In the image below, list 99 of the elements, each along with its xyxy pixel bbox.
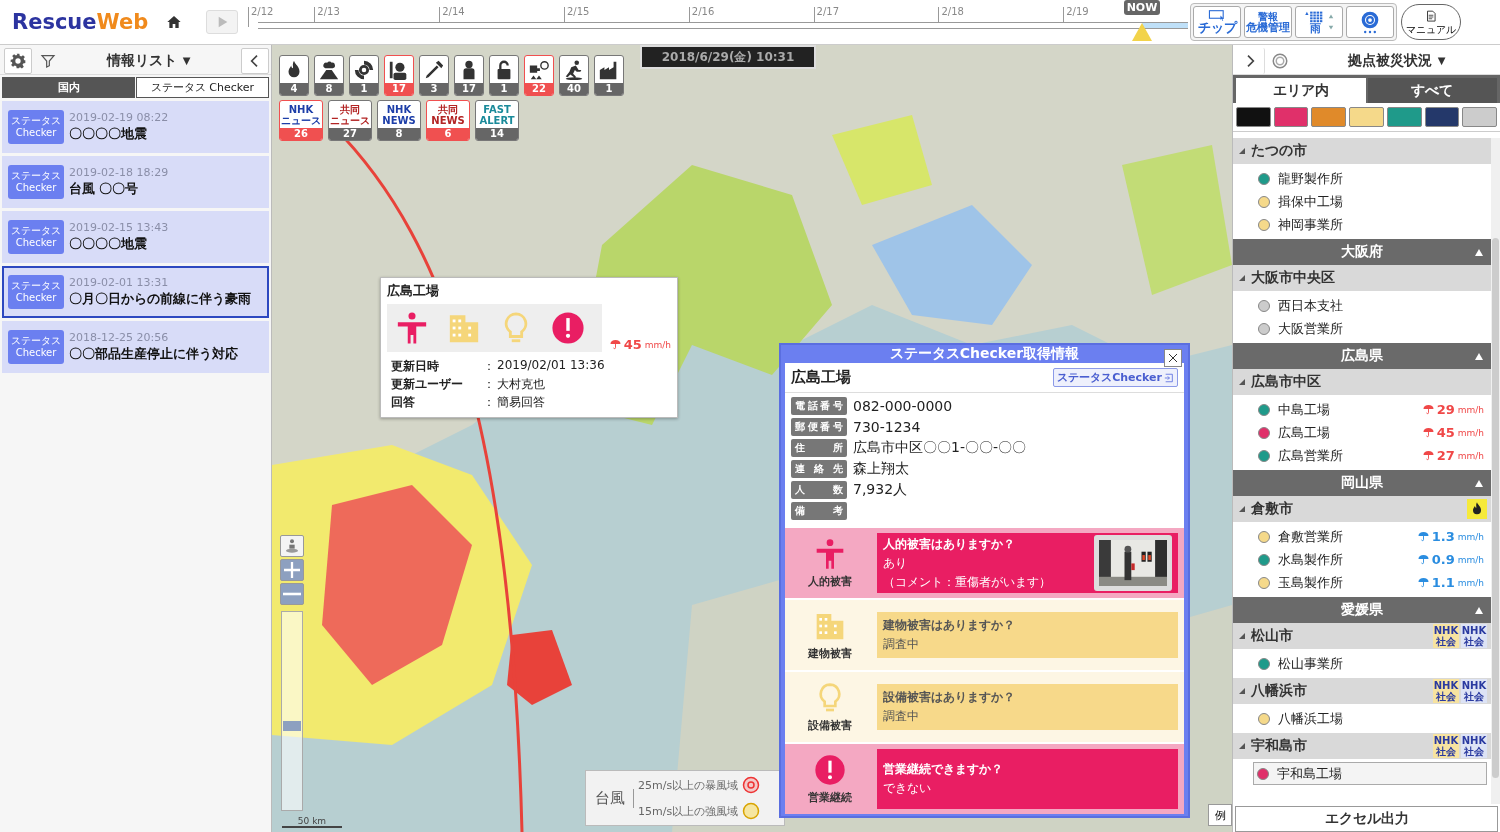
- news-badge: NHK 社会: [1461, 734, 1487, 758]
- home-icon: [166, 14, 182, 30]
- list-item[interactable]: ステータス Checker 2019-02-01 13:31 〇月〇日からの前線に伴う豪雨: [2, 266, 269, 318]
- document-icon: [1424, 9, 1438, 24]
- rain-value: 0.9: [1431, 552, 1455, 567]
- group-header[interactable]: 広島市中区: [1233, 369, 1491, 395]
- rain-value: 1.3: [1431, 529, 1455, 544]
- collapse-button[interactable]: [241, 47, 269, 74]
- item-title: 台風 〇〇号: [69, 181, 140, 198]
- item-date: 2019-02-18 18:29: [69, 166, 169, 179]
- site-item[interactable]: 神岡事業所: [1233, 213, 1491, 236]
- rain-value: 27: [1436, 448, 1455, 463]
- color-filter[interactable]: [1349, 107, 1384, 127]
- item-title: 〇月〇日からの前線に伴う豪雨: [69, 291, 251, 308]
- chip-button[interactable]: チップ: [1193, 6, 1241, 38]
- site-item[interactable]: 龍野製作所: [1233, 167, 1491, 190]
- rain-button[interactable]: 雨: [1295, 6, 1343, 38]
- item-date: 2019-02-01 13:31: [69, 276, 170, 289]
- news-badge: NHK 社会: [1461, 624, 1487, 648]
- caret-icon: [1475, 249, 1483, 256]
- status-checker-badge: ステータス Checker: [8, 330, 64, 364]
- group-header[interactable]: 倉敷市: [1233, 496, 1491, 522]
- settings-icon: [9, 52, 27, 69]
- alert-button[interactable]: 警報 危機管理: [1244, 6, 1292, 38]
- site-item[interactable]: 八幡浜工場: [1233, 707, 1491, 730]
- rain-unit: mm/h: [1457, 577, 1484, 588]
- dropdown-caret[interactable]: ▼: [182, 55, 191, 66]
- rain-unit: mm/h: [1457, 427, 1484, 438]
- news-badge: NHK 社会: [1461, 679, 1487, 703]
- typhoon-icon: [1360, 10, 1380, 30]
- typhoon-button[interactable]: [1346, 6, 1394, 38]
- news-badge: NHK 社会: [1433, 624, 1459, 648]
- list-item[interactable]: ステータス Checker 2019-02-15 13:43 〇〇〇〇地震: [2, 211, 269, 263]
- news-badge: NHK 社会: [1433, 734, 1459, 758]
- rain-unit: mm/h: [1457, 450, 1484, 461]
- color-filter[interactable]: [1273, 107, 1309, 127]
- prefecture-header[interactable]: 大阪府: [1233, 239, 1491, 265]
- more-icon: [1362, 30, 1378, 34]
- list-item[interactable]: ステータス Checker 2019-02-18 18:29 台風 〇〇号: [2, 156, 269, 208]
- tab[interactable]: 国内: [2, 77, 135, 98]
- rain-unit: mm/h: [1457, 404, 1484, 415]
- export-button[interactable]: エクセル出力: [1235, 806, 1498, 832]
- rain-value: 29: [1436, 402, 1455, 417]
- news-badge: NHK 社会: [1433, 679, 1459, 703]
- site-item[interactable]: 揖保中工場: [1233, 190, 1491, 213]
- list-item[interactable]: ステータス Checker 2018-12-25 20:56 〇〇部品生産停止に伴う対応: [2, 321, 269, 373]
- rain-unit: mm/h: [1457, 531, 1484, 542]
- panel-title[interactable]: 情報リスト: [106, 51, 177, 70]
- status-checker-badge: ステータス Checker: [8, 110, 64, 144]
- color-filter[interactable]: [1462, 107, 1498, 127]
- logo: RescueWeb: [11, 10, 150, 34]
- site-item[interactable]: 広島工場 45 mm/h: [1233, 421, 1491, 444]
- site-item[interactable]: 広島営業所 27 mm/h: [1233, 444, 1491, 467]
- color-filter[interactable]: [1386, 107, 1422, 127]
- filter-icon[interactable]: [40, 52, 56, 69]
- scrollbar[interactable]: [1491, 138, 1500, 804]
- group-header[interactable]: 松山市 NHK 社会 NHK 社会: [1233, 623, 1491, 649]
- prefecture-header[interactable]: 広島県: [1233, 343, 1491, 369]
- item-date: 2019-02-15 13:43: [69, 221, 169, 234]
- site-item[interactable]: 西日本支社: [1233, 294, 1491, 317]
- manual-button[interactable]: マニュアル: [1401, 4, 1461, 40]
- status-checker-badge: ステータス Checker: [8, 275, 64, 309]
- rain-value: 1.1: [1431, 575, 1455, 590]
- group-header[interactable]: 大阪市中央区: [1233, 265, 1491, 291]
- site-item[interactable]: 大阪営業所: [1233, 317, 1491, 340]
- status-checker-badge: ステータス Checker: [8, 165, 64, 199]
- site-item[interactable]: 宇和島工場: [1253, 762, 1487, 785]
- radio-icon[interactable]: [1271, 51, 1289, 70]
- item-title: 〇〇〇〇地震: [69, 126, 148, 143]
- group-header[interactable]: 八幡浜市 NHK 社会 NHK 社会: [1233, 678, 1491, 704]
- caret-icon: [1475, 607, 1483, 614]
- caret-icon: [1475, 480, 1483, 487]
- panel-title[interactable]: 拠点被災状況: [1347, 51, 1432, 70]
- tab[interactable]: ステータス Checker: [136, 77, 269, 98]
- dropdown-caret[interactable]: ▼: [1437, 55, 1446, 66]
- prefecture-header[interactable]: 岡山県: [1233, 470, 1491, 496]
- item-date: 2018-12-25 20:56: [69, 331, 170, 344]
- group-header[interactable]: 宇和島市 NHK 社会 NHK 社会: [1233, 733, 1491, 759]
- color-filter[interactable]: [1311, 107, 1347, 127]
- list-item[interactable]: ステータス Checker 2019-02-19 08:22 〇〇〇〇地震: [2, 101, 269, 153]
- item-title: 〇〇〇〇地震: [69, 236, 148, 253]
- site-item[interactable]: 松山事業所: [1233, 652, 1491, 675]
- settings-button[interactable]: [4, 47, 32, 74]
- tab[interactable]: すべて: [1367, 78, 1497, 103]
- status-checker-badge: ステータス Checker: [8, 220, 64, 254]
- rain-unit: mm/h: [1457, 554, 1484, 565]
- site-item[interactable]: 倉敷営業所 1.3 mm/h: [1233, 525, 1491, 548]
- site-item[interactable]: 水島製作所 0.9 mm/h: [1233, 548, 1491, 571]
- color-filter[interactable]: [1236, 107, 1271, 127]
- rain-value: 45: [1436, 425, 1455, 440]
- caret-icon: [1475, 353, 1483, 360]
- tab[interactable]: エリア内: [1236, 78, 1366, 103]
- site-item[interactable]: 中島工場 29 mm/h: [1233, 398, 1491, 421]
- site-item[interactable]: 玉島製作所 1.1 mm/h: [1233, 571, 1491, 594]
- prefecture-header[interactable]: 愛媛県: [1233, 597, 1491, 623]
- item-date: 2019-02-19 08:22: [69, 111, 169, 124]
- group-header[interactable]: たつの市: [1233, 138, 1491, 164]
- item-title: 〇〇部品生産停止に伴う対応: [69, 346, 238, 363]
- color-filter[interactable]: [1424, 107, 1460, 127]
